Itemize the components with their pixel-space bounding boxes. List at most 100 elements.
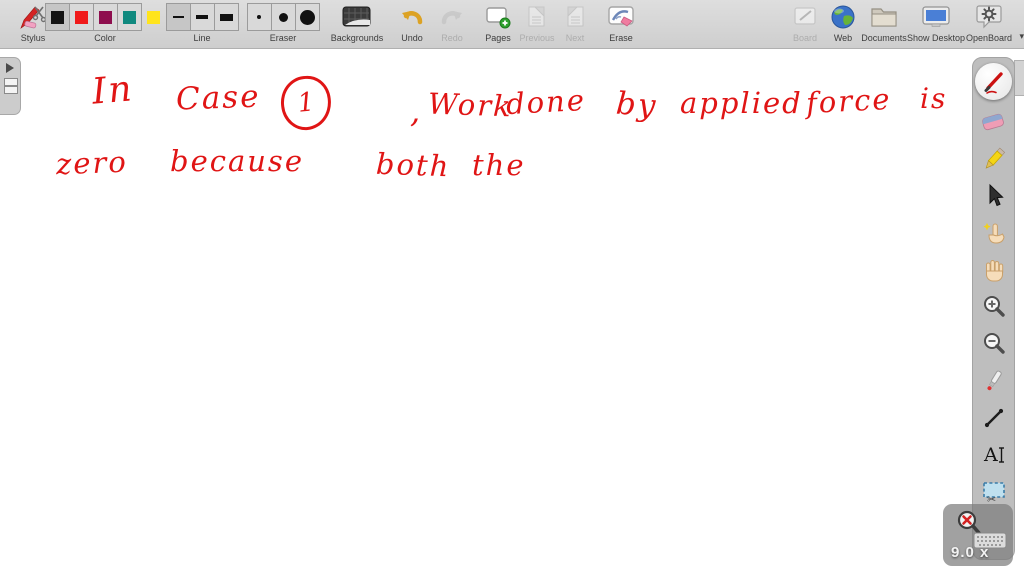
board-icon <box>792 2 818 32</box>
marker-tool-button[interactable] <box>978 143 1010 174</box>
color-swatch-teal[interactable] <box>118 4 141 30</box>
board-button[interactable]: Board <box>785 2 825 46</box>
web-label: Web <box>833 33 853 43</box>
next-button[interactable]: Next <box>557 2 593 46</box>
redo-icon <box>439 2 465 32</box>
color-swatch-yellow[interactable] <box>142 4 165 30</box>
stylus-palette-stub <box>1014 60 1024 96</box>
line-tool-button[interactable] <box>978 402 1010 433</box>
eraser-group: Eraser <box>246 2 320 46</box>
pages-icon <box>484 2 512 32</box>
medium-line-icon <box>196 15 208 19</box>
line-thin-button[interactable] <box>166 4 191 30</box>
large-dot-icon <box>299 9 315 25</box>
text-tool-button[interactable]: A <box>978 439 1010 470</box>
redo-button[interactable]: Redo <box>432 2 472 46</box>
hand-pan-tool-button[interactable] <box>978 254 1010 285</box>
pointing-finger-icon <box>982 222 1005 244</box>
eraser-large-button[interactable] <box>296 4 319 30</box>
show-desktop-monitor-icon <box>921 2 951 32</box>
handwriting-word: applied <box>680 86 803 120</box>
line-group: Line <box>165 2 239 46</box>
backgrounds-button[interactable]: Backgrounds <box>327 2 387 46</box>
undo-label: Undo <box>401 33 423 43</box>
thin-line-icon <box>172 16 184 18</box>
svg-text:✂: ✂ <box>987 493 996 505</box>
selector-tool-button[interactable] <box>978 180 1010 211</box>
line-label: Line <box>193 33 211 43</box>
page-stack-icon <box>4 78 18 94</box>
line-thick-button[interactable] <box>215 4 238 30</box>
handwriting-word: zero <box>55 144 129 182</box>
erase-label: Erase <box>609 33 633 43</box>
handwriting-word: 1 <box>296 87 316 119</box>
openboard-window: Stylus Color Line Eraser Backgrounds Und… <box>0 0 1024 576</box>
zoom-out-tool-button[interactable] <box>978 328 1010 359</box>
pen-tool-button[interactable] <box>975 63 1012 100</box>
zoom-in-icon <box>983 295 1005 317</box>
expand-right-icon <box>6 63 14 73</box>
eraser-medium-button[interactable] <box>272 4 296 30</box>
text-icon: A <box>983 444 1004 466</box>
color-group: Color <box>45 2 165 46</box>
documents-button[interactable]: Documents <box>858 2 910 46</box>
handwriting-word: both <box>375 146 451 184</box>
library-drawer-tab[interactable] <box>0 57 21 115</box>
color-swatch-row <box>45 3 142 31</box>
eraser-small-button[interactable] <box>248 4 272 30</box>
capture-tool-button[interactable]: ✂ <box>978 476 1010 507</box>
previous-button[interactable]: Previous <box>517 2 557 46</box>
undo-button[interactable]: Undo <box>392 2 432 46</box>
documents-label: Documents <box>861 33 907 43</box>
eraser-tool-button[interactable] <box>978 106 1010 137</box>
erase-icon <box>607 2 635 32</box>
next-label: Next <box>565 33 585 43</box>
zoom-in-tool-button[interactable] <box>978 291 1010 322</box>
laser-pointer-icon <box>986 370 1002 390</box>
show-desktop-label: Show Desktop <box>906 33 966 43</box>
color-label: Color <box>94 33 116 43</box>
handwriting-word: by <box>614 85 659 125</box>
circled-number-1: 1 <box>278 73 334 133</box>
openboard-menu-button[interactable]: OpenBoard ▾ <box>962 2 1024 46</box>
handwriting-word: done <box>505 82 587 122</box>
handwriting-word: force <box>805 81 893 121</box>
openboard-gear-bubble-icon <box>975 2 1003 32</box>
board-label: Board <box>792 33 818 43</box>
pen-icon <box>984 71 1003 94</box>
black-swatch-chip <box>51 10 64 24</box>
show-desktop-button[interactable]: Show Desktop <box>906 2 966 46</box>
yellow-swatch-chip <box>147 10 160 24</box>
red-swatch-chip <box>75 10 88 24</box>
teal-swatch-chip <box>123 10 136 24</box>
zoom-level-label: 9.0 x <box>951 544 990 561</box>
laser-pointer-tool-button[interactable] <box>978 365 1010 396</box>
stylus-icon <box>19 2 47 32</box>
undo-icon <box>399 2 425 32</box>
chevron-down-icon: ▾ <box>1019 31 1024 41</box>
redo-label: Redo <box>441 33 463 43</box>
capture-icon: ✂ <box>982 481 1005 505</box>
color-swatch-maroon[interactable] <box>94 4 118 30</box>
handwriting-word: Case <box>175 78 262 118</box>
previous-label: Previous <box>519 33 555 43</box>
pages-button[interactable]: Pages <box>477 2 519 46</box>
backgrounds-icon <box>342 2 372 32</box>
small-dot-icon <box>257 15 261 19</box>
eraser-icon <box>982 113 1004 130</box>
hand-icon <box>985 259 1003 281</box>
line-medium-button[interactable] <box>191 4 215 30</box>
backgrounds-label: Backgrounds <box>330 33 384 43</box>
web-globe-icon <box>830 2 856 32</box>
handwriting-comma: , <box>410 92 423 130</box>
web-button[interactable]: Web <box>825 2 861 46</box>
stylus-label: Stylus <box>20 33 46 43</box>
color-swatch-red[interactable] <box>70 4 94 30</box>
handwriting-word: In <box>90 68 136 113</box>
play-interact-tool-button[interactable] <box>978 217 1010 248</box>
color-swatch-black[interactable] <box>46 4 70 30</box>
svg-text:A: A <box>983 444 998 466</box>
documents-folder-icon <box>869 2 899 32</box>
zoom-out-icon <box>983 332 1005 354</box>
erase-button[interactable]: Erase <box>600 2 642 46</box>
